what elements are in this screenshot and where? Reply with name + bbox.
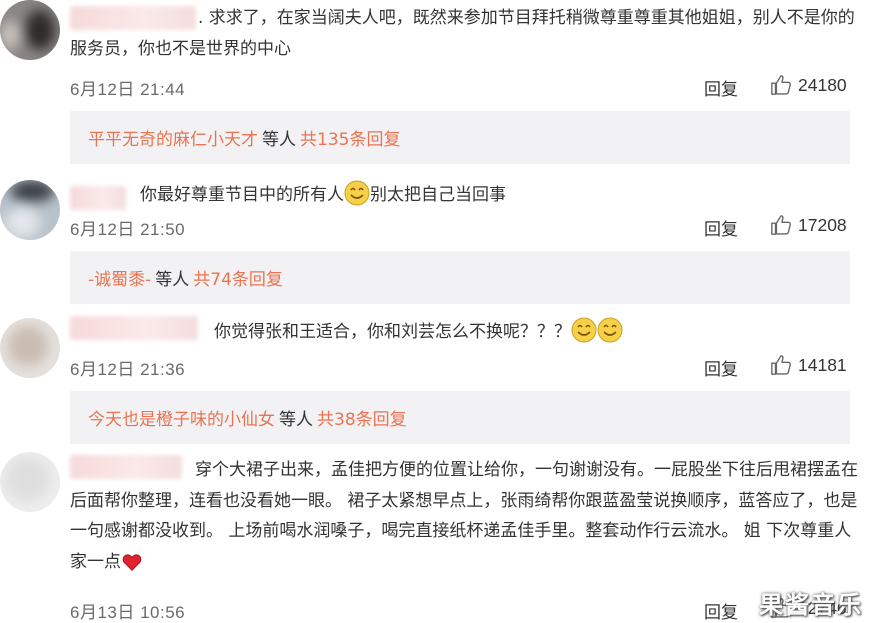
comment-item: 你最好尊重节目中的所有人 别太把自己当回事 6月12日 21:50 回复 1720… bbox=[0, 180, 873, 310]
smile-emoji-icon bbox=[571, 317, 597, 343]
comment-item: 穿个大裙子出来，孟佳把方便的位置让给你，一句谢谢没有。一屁股坐下往后甩裙摆孟在后… bbox=[0, 452, 873, 623]
comment-text-part: 别太把自己当回事 bbox=[370, 185, 506, 205]
comment-text: 你最好尊重节目中的所有人 别太把自己当回事 bbox=[140, 180, 840, 211]
thread-count[interactable]: 共74条回复 bbox=[193, 265, 283, 290]
comment-text: 穿个大裙子出来，孟佳把方便的位置让给你，一句谢谢没有。一屁股坐下往后甩裙摆孟在后… bbox=[70, 455, 860, 577]
comment-time: 6月12日 21:44 bbox=[70, 80, 186, 99]
avatar[interactable] bbox=[0, 318, 60, 378]
comment-text: 你觉得张和王适合，你和刘芸怎么不换呢？？？ bbox=[214, 317, 854, 348]
thumbs-up-icon bbox=[771, 355, 791, 375]
comment-item: 你觉得张和王适合，你和刘芸怎么不换呢？？？ 6月12日 21:36 回复 141… bbox=[0, 316, 873, 446]
thread-count[interactable]: 共135条回复 bbox=[300, 125, 400, 150]
thumbs-up-icon bbox=[771, 215, 791, 235]
thread-sep: 等人 bbox=[262, 130, 296, 150]
reply-button[interactable]: 回复 bbox=[704, 75, 738, 100]
comment-text-part: 穿个大裙子出来，孟佳把方便的位置让给你，一句谢谢没有。一屁股坐下往后甩裙摆孟在后… bbox=[70, 460, 858, 572]
comment-text: . 求求了，在家当阔夫人吧，既然来参加节目拜托稍微尊重尊重其他姐姐，别人不是你的… bbox=[70, 8, 855, 59]
comment-time: 6月12日 21:50 bbox=[70, 220, 186, 239]
reply-thread[interactable]: 平平无奇的麻仁小天才 等人 共135条回复 bbox=[70, 111, 850, 164]
like-button[interactable]: 14181 bbox=[770, 354, 847, 376]
username[interactable] bbox=[70, 186, 126, 210]
reply-button[interactable]: 回复 bbox=[704, 598, 738, 623]
thread-sep: 等人 bbox=[279, 410, 313, 430]
thread-nick[interactable]: -诚蜀黍- bbox=[88, 265, 151, 290]
smile-emoji-icon bbox=[344, 180, 370, 206]
like-count: 14181 bbox=[798, 354, 847, 375]
comment-time: 6月13日 10:56 bbox=[70, 603, 186, 622]
comment-text-part: 你最好尊重节目中的所有人 bbox=[140, 185, 344, 205]
comment-item: . 求求了，在家当阔夫人吧，既然来参加节目拜托稍微尊重尊重其他姐姐，别人不是你的… bbox=[0, 0, 873, 170]
avatar[interactable] bbox=[0, 452, 60, 512]
thread-nick[interactable]: 今天也是橙子味的小仙女 bbox=[88, 405, 275, 430]
smile-emoji-icon bbox=[597, 317, 623, 343]
reply-thread[interactable]: 今天也是橙子味的小仙女 等人 共38条回复 bbox=[70, 391, 850, 444]
comment-time: 6月12日 21:36 bbox=[70, 360, 186, 379]
like-count: 24180 bbox=[798, 74, 847, 95]
thread-nick[interactable]: 平平无奇的麻仁小天才 bbox=[88, 125, 258, 150]
thumbs-up-icon bbox=[771, 75, 791, 95]
reply-button[interactable]: 回复 bbox=[704, 215, 738, 240]
like-count: 17208 bbox=[798, 214, 847, 235]
like-button[interactable]: 17208 bbox=[770, 214, 847, 236]
watermark: 果酱音乐 bbox=[759, 591, 863, 619]
like-button[interactable]: 24180 bbox=[770, 74, 847, 96]
thread-sep: 等人 bbox=[155, 270, 190, 290]
comment-text-part: 你觉得张和王适合，你和刘芸怎么不换呢？？？ bbox=[214, 322, 571, 342]
reply-button[interactable]: 回复 bbox=[704, 355, 738, 380]
username[interactable] bbox=[70, 316, 198, 340]
heart-emoji-icon bbox=[122, 553, 142, 571]
avatar[interactable] bbox=[0, 180, 60, 240]
reply-thread[interactable]: -诚蜀黍- 等人 共74条回复 bbox=[70, 251, 850, 304]
thread-count[interactable]: 共38条回复 bbox=[317, 405, 407, 430]
avatar[interactable] bbox=[0, 0, 60, 60]
